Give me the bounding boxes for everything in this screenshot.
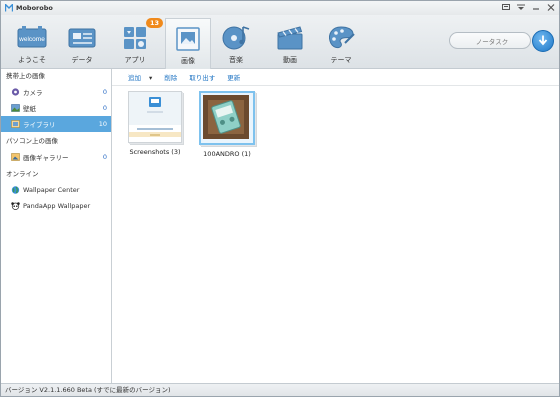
sidebar-header-device: 携帯上の画像 [6,72,45,80]
sidebar-item-count: 0 [102,88,107,96]
camera-icon [11,88,20,96]
toolbar-label: 画像 [181,57,195,65]
action-bar: 追加 ▾ 削除 取り出す 更新 [112,69,559,86]
svg-text:welcome: welcome [18,36,45,43]
main-content: 追加 ▾ 削除 取り出す 更新 Screenshots (3) 100ANDRO… [112,69,559,384]
toolbar-data[interactable]: データ [60,18,104,66]
video-icon [274,23,306,53]
minimize-icon[interactable] [531,3,540,12]
toolbar-video[interactable]: 動画 [268,18,312,66]
sidebar-item-count: 0 [102,153,107,161]
sidebar-header-pc: パソコン上の画像 [6,137,58,145]
sidebar-item-label: カメラ [23,89,43,97]
data-icon [66,23,98,53]
cassette-photo-icon [203,95,249,139]
toolbar-theme[interactable]: テーマ [319,18,363,66]
sidebar-item-count: 0 [102,104,107,112]
add-button[interactable]: 追加 ▾ [128,72,152,82]
sidebar-item-wallpaper-center[interactable]: Wallpaper Center [1,182,111,198]
wallpaper-icon [11,104,20,112]
music-icon [220,23,252,53]
screenshot-preview-icon [129,92,181,142]
main-toolbar: welcome ようこそ データ 13 アプリ 画像 音楽 動画 テーマ ノータ… [1,15,559,69]
welcome-icon: welcome [16,23,48,53]
apps-update-badge: 13 [145,18,163,28]
sidebar-item-camera[interactable]: カメラ 0 [1,84,111,100]
toolbar-music[interactable]: 音楽 [214,18,258,66]
chevron-down-icon[interactable]: ▾ [149,74,152,82]
sidebar-item-count: 10 [98,120,107,128]
sidebar-item-wallpaper[interactable]: 壁紙 0 [1,100,111,116]
images-icon [172,24,204,54]
toolbar-label: アプリ [124,56,146,64]
menu-icon[interactable] [516,3,525,12]
close-icon[interactable] [546,3,555,12]
toolbar-label: ようこそ [18,56,46,64]
sidebar-item-pandaapp-wallpaper[interactable]: PandaApp Wallpaper [1,198,111,214]
globe-icon [11,186,20,194]
sidebar-item-label: ライブラリ [23,121,56,129]
app-title: Moborobo [16,4,53,12]
status-bar: バージョン V2.1.1.660 Beta (すでに最新のバージョン) [1,383,559,396]
sidebar-item-label: PandaApp Wallpaper [23,202,91,210]
sidebar-item-label: 壁紙 [23,105,36,113]
sidebar: 携帯上の画像 カメラ 0 壁紙 0 ライブラリ 10 パソコン上の画像 画像ギャ… [1,69,112,384]
panda-icon [11,202,20,210]
album-100andro[interactable]: 100ANDRO (1) [199,91,255,158]
album-name: 100ANDRO (1) [203,150,251,158]
toolbar-label: テーマ [330,56,352,64]
moborobo-logo-icon [5,4,13,12]
sidebar-item-label: 画像ギャラリー [23,154,69,162]
library-icon [11,120,20,128]
sidebar-item-library[interactable]: ライブラリ 10 [1,116,111,132]
title-bar: Moborobo [1,1,559,15]
gallery-icon [11,153,20,161]
toolbar-apps[interactable]: 13 アプリ [113,18,163,66]
album-thumbnail[interactable] [199,91,255,145]
album-name: Screenshots (3) [129,148,181,156]
toolbar-label: データ [71,56,93,64]
task-search-input[interactable] [450,33,534,50]
toolbar-welcome[interactable]: welcome ようこそ [10,18,54,66]
export-button[interactable]: 取り出す [189,72,215,82]
window-controls [501,3,555,12]
toolbar-label: 動画 [283,56,297,64]
sidebar-header-online: オンライン [6,170,39,178]
feedback-icon[interactable] [501,3,510,12]
album-screenshots[interactable]: Screenshots (3) [127,91,183,156]
apps-icon: 13 [119,18,163,53]
refresh-button[interactable]: 更新 [227,72,240,82]
sidebar-item-gallery[interactable]: 画像ギャラリー 0 [1,149,111,165]
theme-icon [325,23,357,53]
task-search-box[interactable] [449,32,534,50]
delete-button[interactable]: 削除 [164,72,177,82]
app-window: Moborobo welcome ようこそ データ 13 アプリ 画像 音楽 動… [0,0,560,397]
toolbar-label: 音楽 [229,56,243,64]
version-status-text: バージョン V2.1.1.660 Beta (すでに最新のバージョン) [5,386,171,394]
download-manager-button[interactable] [532,30,554,52]
album-thumbnail[interactable] [128,91,182,143]
download-arrow-icon [538,35,548,46]
toolbar-images[interactable]: 画像 [165,18,211,69]
sidebar-item-label: Wallpaper Center [23,186,80,194]
